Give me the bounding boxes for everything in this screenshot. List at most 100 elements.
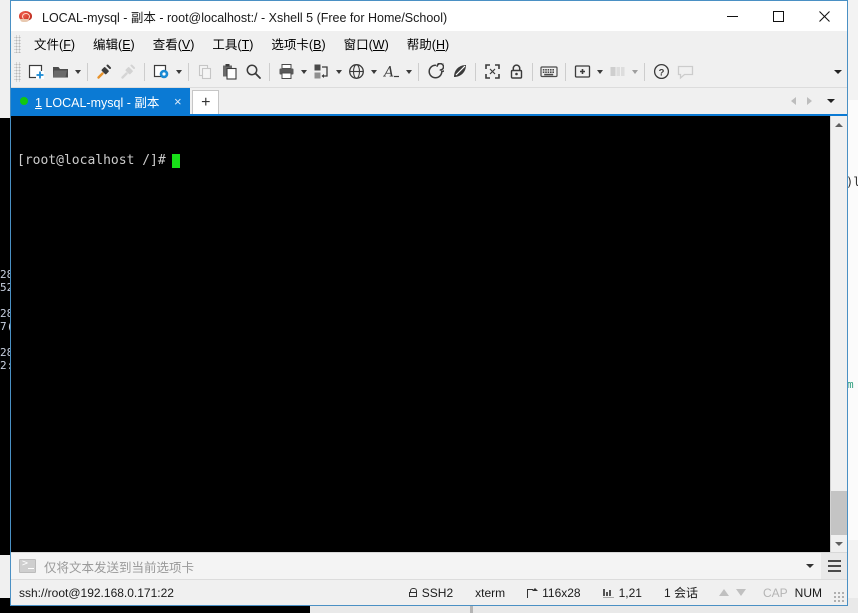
find-icon[interactable] — [241, 60, 265, 84]
leaf-icon[interactable] — [447, 60, 471, 84]
status-sessions: 1 会话 — [653, 580, 709, 605]
tab-label: 1 LOCAL-mysql - 副本 — [35, 92, 159, 111]
window-title: LOCAL-mysql - 副本 - root@localhost:/ - Xs… — [42, 10, 448, 25]
send-target-chevron-down-icon[interactable] — [799, 553, 821, 579]
menu-file-mnemonic: F — [63, 37, 71, 52]
menu-edit[interactable]: 编辑(E) — [84, 31, 144, 57]
status-terminal-type-label: xterm — [475, 585, 506, 600]
menu-tools[interactable]: 工具(T) — [203, 31, 262, 57]
status-right-group: SSH2 xterm 116x28 1,21 1 会话 CAP NUM — [398, 580, 847, 605]
print-dropdown-caret[interactable] — [298, 60, 309, 84]
close-button[interactable] — [801, 1, 847, 31]
toolbar-separator — [565, 62, 566, 81]
svg-text:?: ? — [658, 67, 664, 78]
toolbar-separator — [475, 62, 476, 81]
terminal-screen[interactable]: [root@localhost /]# — [11, 116, 830, 552]
resize-icon — [527, 587, 539, 598]
toolbar-drag-grip[interactable] — [14, 61, 21, 82]
add-pane-dropdown-caret[interactable] — [594, 60, 605, 84]
menu-edit-label: 编辑 — [93, 37, 119, 52]
open-folder-dropdown-caret[interactable] — [72, 60, 83, 84]
minimize-button[interactable] — [709, 1, 755, 31]
upload-arrow-icon — [718, 589, 729, 596]
console-prompt-icon — [19, 558, 36, 573]
status-size: 116x28 — [516, 580, 591, 605]
menu-help-label: 帮助 — [406, 37, 432, 52]
terminal-scrollbar[interactable] — [830, 116, 847, 552]
file-transfer-dropdown-caret[interactable] — [333, 60, 344, 84]
scrollbar-down-icon[interactable] — [831, 535, 847, 552]
lock-icon[interactable] — [504, 60, 528, 84]
toolbar-overflow-chevron[interactable] — [834, 56, 842, 87]
print-icon[interactable] — [274, 60, 298, 84]
status-cursor-position: 1,21 — [592, 580, 653, 605]
chat-icon — [673, 60, 697, 84]
session-properties-dropdown-caret[interactable] — [173, 60, 184, 84]
font-icon[interactable]: A — [379, 60, 403, 84]
help-icon[interactable]: ? — [649, 60, 673, 84]
status-bar: ssh://root@192.168.0.171:22 SSH2 xterm 1… — [11, 579, 847, 605]
xshell-snail-icon — [18, 8, 34, 24]
menu-view-mnemonic: V — [181, 37, 191, 52]
new-tab-button[interactable]: + — [192, 90, 220, 114]
terminal-area: [root@localhost /]# — [11, 116, 847, 552]
maximize-button[interactable] — [755, 1, 801, 31]
resize-grip[interactable] — [832, 590, 845, 603]
menu-file[interactable]: 文件(F) — [25, 31, 84, 57]
menu-drag-grip[interactable] — [14, 34, 21, 53]
menu-tabs-mnemonic: B — [313, 37, 322, 52]
scrollbar-up-icon[interactable] — [831, 116, 847, 133]
status-caps-lock: CAP — [762, 585, 788, 600]
tab-local-mysql[interactable]: 1 LOCAL-mysql - 副本 × — [11, 88, 191, 114]
menu-tabs-label: 选项卡 — [271, 37, 309, 52]
keyboard-icon[interactable] — [537, 60, 561, 84]
svg-text:A: A — [383, 65, 394, 81]
terminal-cursor — [171, 153, 180, 168]
tab-list-chevron-down-icon[interactable] — [822, 90, 840, 112]
status-sessions-label: 1 会话 — [663, 586, 698, 600]
status-transfer-arrows — [709, 589, 756, 596]
globe-dropdown-caret[interactable] — [368, 60, 379, 84]
copy-icon — [193, 60, 217, 84]
menu-view[interactable]: 查看(V) — [144, 31, 204, 57]
font-dropdown-caret[interactable] — [403, 60, 414, 84]
menu-tabs[interactable]: 选项卡(B) — [262, 31, 334, 57]
session-properties-icon[interactable] — [149, 60, 173, 84]
background-window-left-text: 28 52 28 7( 28 2:1 — [0, 118, 10, 555]
status-num-lock: NUM — [794, 585, 822, 600]
tab-prev-icon[interactable] — [785, 90, 801, 112]
status-protocol-label: SSH2 — [421, 585, 454, 600]
connect-icon[interactable] — [92, 60, 116, 84]
scrollbar-track[interactable] — [831, 133, 847, 535]
tab-close-icon[interactable]: × — [171, 95, 184, 108]
menu-help[interactable]: 帮助(H) — [398, 31, 458, 57]
scrollbar-thumb[interactable] — [831, 491, 847, 535]
paste-icon[interactable] — [217, 60, 241, 84]
status-terminal-type: xterm — [464, 580, 516, 605]
menu-window[interactable]: 窗口(W) — [335, 31, 398, 57]
globe-icon[interactable] — [344, 60, 368, 84]
spiral-icon[interactable] — [423, 60, 447, 84]
file-transfer-icon[interactable] — [309, 60, 333, 84]
terminal-prompt: [root@localhost /]# — [17, 153, 166, 168]
open-folder-icon[interactable] — [48, 60, 72, 84]
fullscreen-icon[interactable] — [480, 60, 504, 84]
tab-status-dot — [20, 97, 28, 105]
menu-window-label: 窗口 — [343, 37, 369, 52]
toolbar-separator — [144, 62, 145, 81]
tab-title: LOCAL-mysql - 副本 — [41, 95, 160, 110]
status-protocol: SSH2 — [398, 580, 464, 605]
tab-next-icon[interactable] — [801, 90, 817, 112]
new-session-icon[interactable] — [24, 60, 48, 84]
menu-help-mnemonic: H — [435, 37, 445, 52]
download-arrow-icon — [735, 589, 746, 596]
hamburger-menu-icon[interactable] — [821, 553, 847, 579]
status-connection: ssh://root@192.168.0.171:22 — [19, 585, 174, 600]
title-bar[interactable]: LOCAL-mysql - 副本 - root@localhost:/ - Xs… — [11, 1, 847, 31]
add-pane-icon[interactable] — [570, 60, 594, 84]
status-cursor-position-label: 1,21 — [618, 585, 642, 600]
tab-navigation — [785, 88, 847, 114]
menu-file-label: 文件 — [34, 37, 60, 52]
send-text-label[interactable]: 仅将文本发送到当前选项卡 — [44, 557, 194, 576]
layout-dropdown-caret[interactable] — [629, 60, 640, 84]
